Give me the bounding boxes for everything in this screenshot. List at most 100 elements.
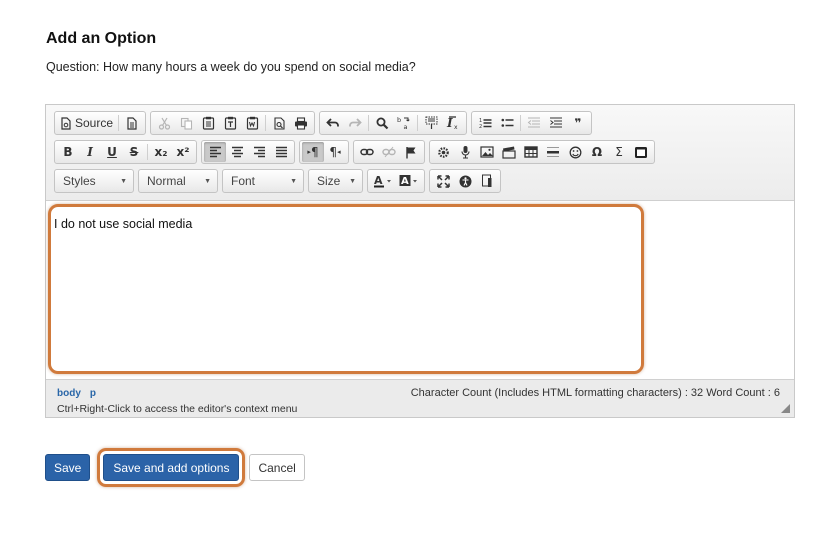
find-button[interactable] bbox=[371, 113, 393, 133]
blockquote-button[interactable]: ❞ bbox=[567, 113, 589, 133]
decrease-indent-button[interactable] bbox=[523, 113, 545, 133]
italic-button[interactable]: I bbox=[79, 142, 101, 162]
redo-icon bbox=[349, 118, 362, 127]
underline-button[interactable]: U bbox=[101, 142, 123, 162]
undo-group: ba Ix bbox=[319, 111, 468, 135]
path-body[interactable]: body bbox=[57, 388, 81, 399]
bg-color-button[interactable]: A bbox=[396, 171, 422, 191]
bulleted-list-button[interactable] bbox=[496, 113, 518, 133]
insert-group: Ω Σ bbox=[429, 140, 655, 164]
scissors-icon bbox=[158, 117, 170, 130]
question-text: Question: How many hours a week do you s… bbox=[46, 60, 416, 74]
font-label: Font bbox=[231, 174, 256, 188]
paste-button[interactable] bbox=[197, 113, 219, 133]
align-center-icon bbox=[231, 146, 243, 158]
increase-indent-button[interactable] bbox=[545, 113, 567, 133]
size-dropdown[interactable]: Size ▼ bbox=[308, 169, 363, 193]
printer-icon bbox=[295, 116, 308, 130]
accessibility-icon bbox=[459, 175, 471, 187]
horizontal-rule-icon bbox=[547, 147, 559, 157]
anchor-button[interactable] bbox=[400, 142, 422, 162]
paste-word-button[interactable] bbox=[241, 113, 263, 133]
iframe-button[interactable] bbox=[630, 142, 652, 162]
select-all-button[interactable] bbox=[420, 113, 442, 133]
special-char-button[interactable]: Ω bbox=[586, 142, 608, 162]
undo-button[interactable] bbox=[322, 113, 344, 133]
link-button[interactable] bbox=[356, 142, 378, 162]
editor-content[interactable]: I do not use social media bbox=[46, 201, 794, 379]
horizontal-rule-button[interactable] bbox=[542, 142, 564, 162]
templates-button[interactable] bbox=[121, 113, 143, 133]
image-button[interactable] bbox=[476, 142, 498, 162]
basic-styles-group: B I U S x₂ x² bbox=[54, 140, 197, 164]
redo-button[interactable] bbox=[344, 113, 366, 133]
search-icon bbox=[376, 117, 388, 129]
font-dropdown[interactable]: Font ▼ bbox=[222, 169, 304, 193]
save-add-highlight: Save and add options bbox=[97, 448, 246, 487]
paste-text-button[interactable] bbox=[219, 113, 241, 133]
bulleted-list-icon bbox=[501, 118, 514, 127]
spell-check-button[interactable] bbox=[432, 142, 454, 162]
maximize-button[interactable] bbox=[432, 171, 454, 191]
text-color-button[interactable]: A bbox=[370, 171, 396, 191]
copy-button[interactable] bbox=[175, 113, 197, 133]
table-button[interactable] bbox=[520, 142, 542, 162]
option-text[interactable]: I do not use social media bbox=[54, 217, 192, 231]
unlink-button[interactable] bbox=[378, 142, 400, 162]
format-dropdown[interactable]: Normal ▼ bbox=[138, 169, 218, 193]
styles-dropdown[interactable]: Styles ▼ bbox=[54, 169, 134, 193]
page-title: Add an Option bbox=[46, 30, 157, 47]
justify-button[interactable] bbox=[270, 142, 292, 162]
editor-toolbar: Source b a I x 1 2 ❞ B I U S x₂ x² ▸ ¶ ¶… bbox=[46, 105, 794, 201]
cut-button[interactable] bbox=[153, 113, 175, 133]
smiley-icon bbox=[569, 146, 581, 158]
maximize-icon bbox=[436, 174, 450, 188]
remove-format-button[interactable]: Ix bbox=[442, 113, 464, 133]
svg-text:x: x bbox=[454, 124, 458, 130]
rtl-button[interactable]: ¶ ◂ bbox=[324, 142, 346, 162]
align-left-button[interactable] bbox=[204, 142, 226, 162]
source-button[interactable]: Source bbox=[57, 113, 116, 133]
background-color-icon: A bbox=[399, 175, 417, 187]
audio-button[interactable] bbox=[454, 142, 476, 162]
svg-text:2: 2 bbox=[479, 124, 482, 129]
image-icon bbox=[480, 146, 494, 158]
remove-format-icon: Ix bbox=[446, 116, 458, 130]
align-justify-icon bbox=[275, 146, 287, 158]
align-right-button[interactable] bbox=[248, 142, 270, 162]
paste-text-icon bbox=[224, 116, 236, 130]
subscript-button[interactable]: x₂ bbox=[150, 142, 172, 162]
save-button[interactable]: Save bbox=[45, 454, 91, 481]
superscript-button[interactable]: x² bbox=[172, 142, 194, 162]
color-group: A A bbox=[367, 169, 425, 193]
align-center-button[interactable] bbox=[226, 142, 248, 162]
form-actions: Save Save and add options Cancel bbox=[45, 448, 305, 487]
svg-text:A: A bbox=[401, 176, 409, 187]
text-color-icon: A bbox=[374, 174, 391, 188]
bold-button[interactable]: B bbox=[57, 142, 79, 162]
preview-button[interactable] bbox=[268, 113, 290, 133]
print-button[interactable] bbox=[290, 113, 312, 133]
smiley-button[interactable] bbox=[564, 142, 586, 162]
undo-icon bbox=[326, 118, 339, 127]
svg-text:b: b bbox=[397, 116, 401, 124]
table-icon bbox=[524, 146, 538, 158]
show-blocks-button[interactable] bbox=[476, 171, 498, 191]
replace-button[interactable]: ba bbox=[393, 113, 415, 133]
video-button[interactable] bbox=[498, 142, 520, 162]
ltr-label: ¶ bbox=[310, 145, 319, 159]
path-p[interactable]: p bbox=[90, 388, 96, 399]
numbered-list-button[interactable]: 12 bbox=[474, 113, 496, 133]
svg-text:a: a bbox=[403, 123, 407, 130]
rtl-label: ¶ bbox=[329, 145, 338, 159]
clipboard-group bbox=[150, 111, 316, 135]
strikethrough-button[interactable]: S bbox=[123, 142, 145, 162]
ltr-button[interactable]: ▸ ¶ bbox=[302, 142, 324, 162]
align-right-icon bbox=[253, 146, 265, 158]
save-and-add-options-button[interactable]: Save and add options bbox=[103, 454, 240, 481]
math-button[interactable]: Σ bbox=[608, 142, 630, 162]
chevron-down-icon: ▼ bbox=[290, 177, 297, 185]
cancel-button[interactable]: Cancel bbox=[249, 454, 305, 481]
resize-handle[interactable] bbox=[781, 404, 790, 413]
accessibility-button[interactable] bbox=[454, 171, 476, 191]
